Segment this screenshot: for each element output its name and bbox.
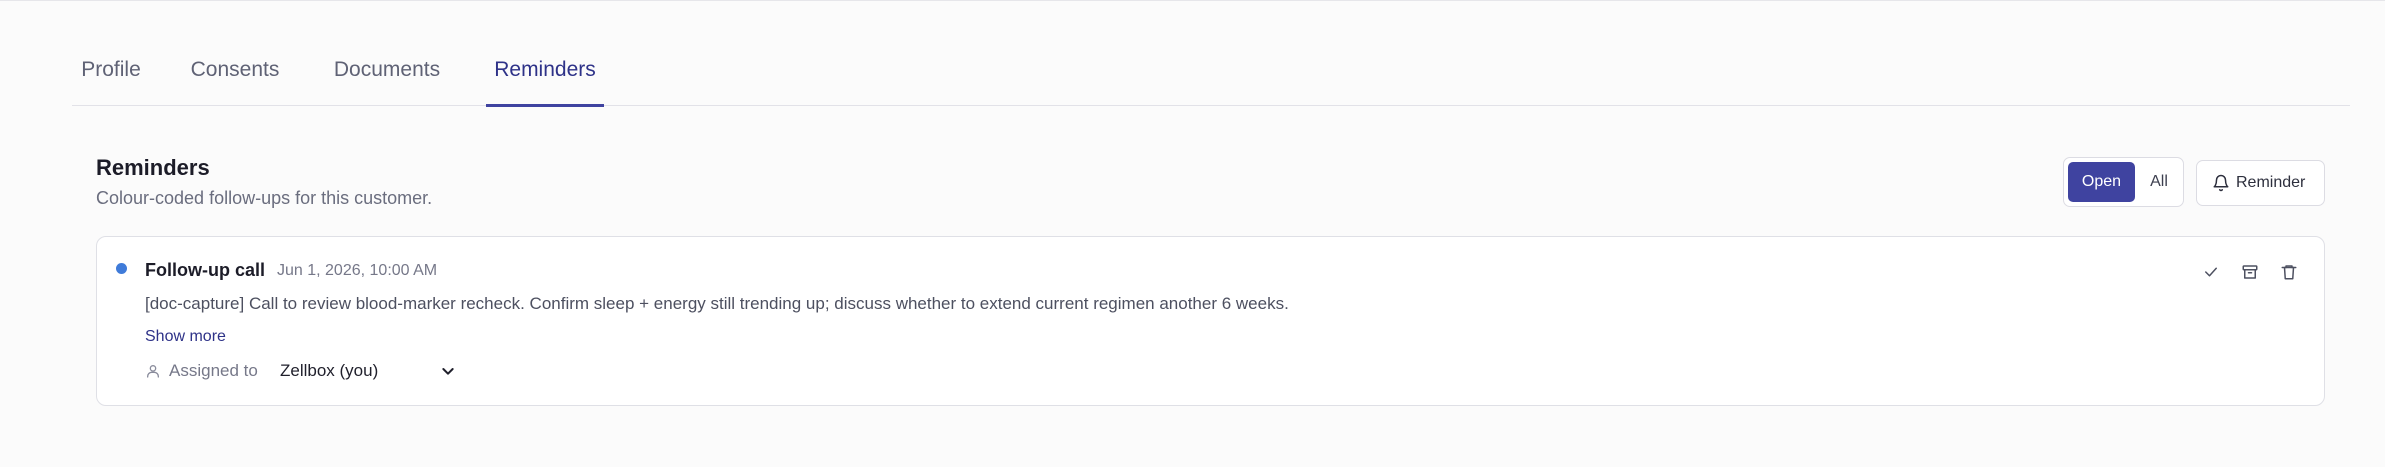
section-title: Reminders (96, 155, 210, 180)
status-filter-toggle: Open All (2063, 157, 2184, 207)
tab-documents[interactable]: Documents (328, 58, 446, 106)
show-more-link[interactable]: Show more (145, 328, 226, 346)
chevron-down-icon (440, 363, 456, 379)
tab-profile[interactable]: Profile (78, 58, 144, 106)
section-subtitle: Colour-coded follow-ups for this custome… (96, 188, 433, 208)
tab-consents[interactable]: Consents (186, 58, 284, 106)
assignee-select[interactable]: Zellbox (you) (272, 354, 462, 388)
add-reminder-button[interactable]: Reminder (2196, 160, 2325, 206)
delete-button[interactable] (2276, 259, 2302, 285)
check-icon (2205, 267, 2217, 277)
bell-icon (2212, 174, 2230, 192)
tab-reminders[interactable]: Reminders (486, 58, 604, 107)
add-reminder-label: Reminder (2236, 174, 2306, 191)
reminder-card: Follow-up call Jun 1, 2026, 10:00 AM [do… (96, 236, 2325, 406)
reminder-text: [doc-capture] Call to review blood-marke… (145, 294, 1289, 313)
reminder-title: Follow-up call (145, 260, 265, 280)
archive-button[interactable] (2237, 259, 2263, 285)
user-icon (145, 363, 161, 379)
tab-bar: Profile Consents Documents Reminders (72, 0, 2350, 107)
archive-icon (2242, 265, 2258, 279)
reminder-datetime: Jun 1, 2026, 10:00 AM (277, 262, 438, 279)
filter-all-button[interactable]: All (2138, 162, 2180, 202)
assigned-to-label: Assigned to (169, 361, 258, 380)
status-dot (116, 263, 127, 274)
trash-icon (2281, 265, 2297, 280)
filter-open-button[interactable]: Open (2068, 162, 2135, 202)
mark-done-button[interactable] (2198, 259, 2224, 285)
assignee-value: Zellbox (you) (280, 361, 379, 380)
